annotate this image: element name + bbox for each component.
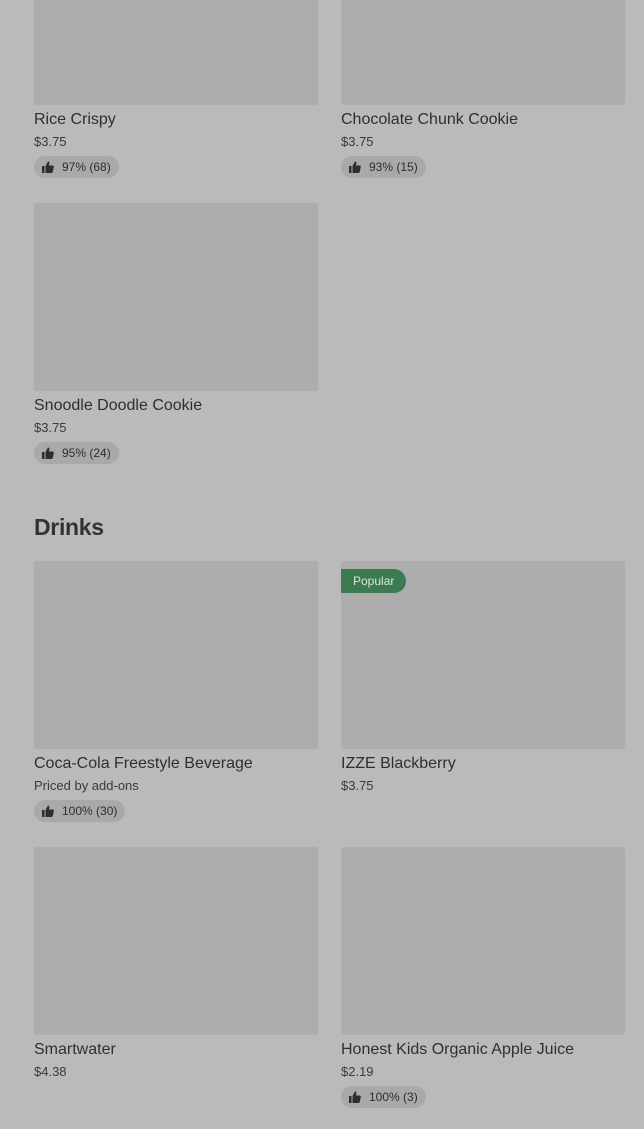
rating-text: 97% (68) bbox=[62, 160, 111, 174]
rating-text: 93% (15) bbox=[369, 160, 418, 174]
item-price: $3.75 bbox=[34, 420, 67, 435]
item-price: $3.75 bbox=[341, 778, 374, 793]
item-name: Smartwater bbox=[34, 1041, 116, 1058]
item-price: $4.38 bbox=[34, 1064, 67, 1079]
thumbs-up-icon bbox=[42, 447, 54, 459]
rating-text: 100% (3) bbox=[369, 1090, 418, 1104]
rating-badge: 100% (3) bbox=[341, 1086, 426, 1108]
rating-badge: 93% (15) bbox=[341, 156, 426, 178]
item-name: Honest Kids Organic Apple Juice bbox=[341, 1041, 575, 1058]
menu-item-card[interactable]: Chocolate Chunk Cookie $3.75 93% (15) bbox=[341, 0, 625, 178]
menu-item-card[interactable]: Popular IZZE Blackberry $3.75 bbox=[341, 561, 625, 794]
thumbs-up-icon bbox=[42, 161, 54, 173]
menu-page: Rice Crispy $3.75 97% (68) Chocolate Chu… bbox=[0, 0, 644, 1129]
item-name: Snoodle Doodle Cookie bbox=[34, 397, 203, 414]
section-title-drinks: Drinks bbox=[34, 514, 104, 540]
item-image[interactable] bbox=[34, 847, 318, 1035]
rating-badge: 97% (68) bbox=[34, 156, 119, 178]
item-image[interactable] bbox=[34, 561, 318, 749]
item-name: IZZE Blackberry bbox=[341, 755, 456, 772]
thumbs-up-icon bbox=[349, 161, 361, 173]
thumbs-up-icon bbox=[42, 805, 54, 817]
item-name: Chocolate Chunk Cookie bbox=[341, 111, 518, 128]
item-price: $2.19 bbox=[341, 1064, 374, 1079]
menu-item-card[interactable]: Smartwater $4.38 bbox=[34, 847, 318, 1080]
item-image[interactable] bbox=[34, 203, 318, 391]
menu-item-card[interactable]: Honest Kids Organic Apple Juice $2.19 10… bbox=[341, 847, 625, 1108]
item-image[interactable] bbox=[34, 0, 318, 105]
item-image[interactable]: Popular bbox=[341, 561, 625, 749]
item-name: Rice Crispy bbox=[34, 111, 116, 128]
menu-item-card[interactable]: Snoodle Doodle Cookie $3.75 95% (24) bbox=[34, 203, 318, 464]
menu-item-card[interactable]: Rice Crispy $3.75 97% (68) bbox=[34, 0, 318, 178]
item-image[interactable] bbox=[341, 847, 625, 1035]
rating-badge: 95% (24) bbox=[34, 442, 119, 464]
thumbs-up-icon bbox=[349, 1091, 361, 1103]
item-price: Priced by add-ons bbox=[34, 778, 139, 793]
item-price: $3.75 bbox=[341, 134, 374, 149]
menu-item-card[interactable]: Coca-Cola Freestyle Beverage Priced by a… bbox=[34, 561, 318, 822]
rating-badge: 100% (30) bbox=[34, 800, 126, 822]
item-price: $3.75 bbox=[34, 134, 67, 149]
item-image[interactable] bbox=[341, 0, 625, 105]
popular-badge: Popular bbox=[341, 569, 407, 593]
item-name: Coca-Cola Freestyle Beverage bbox=[34, 755, 253, 772]
rating-text: 95% (24) bbox=[62, 446, 111, 460]
rating-text: 100% (30) bbox=[62, 804, 118, 818]
